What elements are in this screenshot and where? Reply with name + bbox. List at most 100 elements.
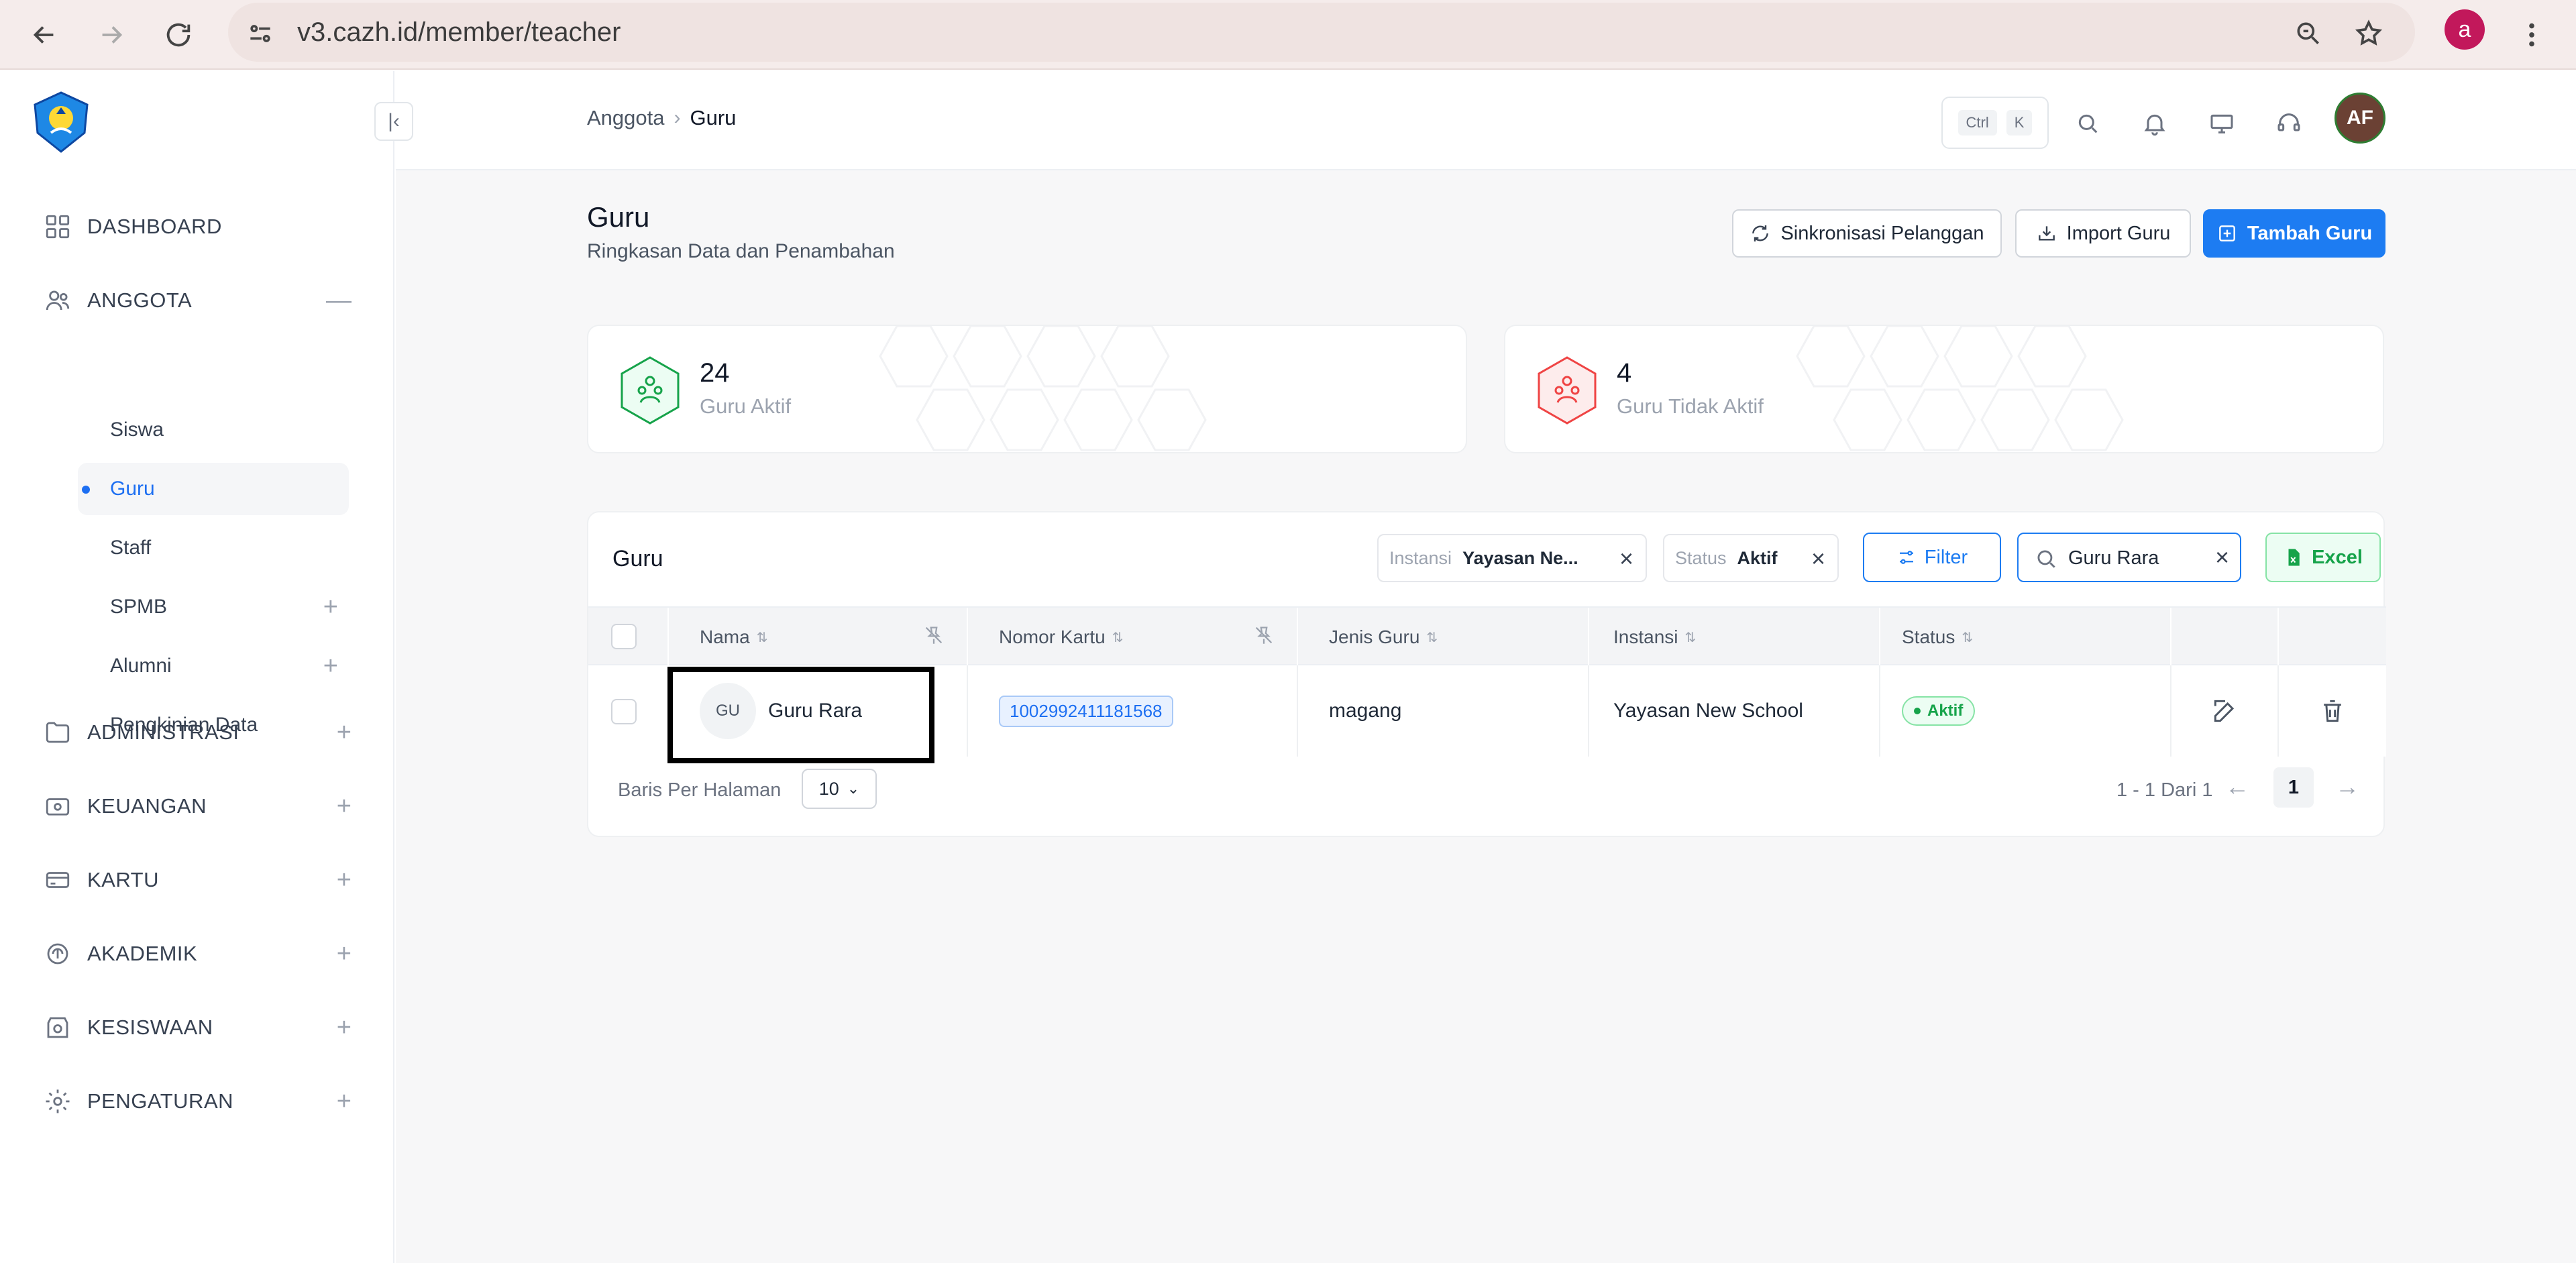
edit-icon[interactable] [2210,696,2240,726]
sort-icon[interactable]: ⇅ [1962,629,1973,646]
sort-icon[interactable]: ⇅ [757,629,768,646]
sidebar-subitem-staff[interactable]: Staff [78,522,349,574]
chip-value: Yayasan Ne... [1462,547,1578,568]
rows-per-page-select[interactable]: 10 ⌄ [802,769,877,809]
page-subtitle: Ringkasan Data dan Penambahan [587,240,895,262]
add-teacher-button[interactable]: Tambah Guru [2203,209,2385,258]
sidebar-subitem-alumni[interactable]: Alumni + [78,640,349,692]
next-page-icon[interactable]: → [2335,773,2359,801]
sidebar-item-label: ANGGOTA [87,288,193,312]
tut-wuri-logo-icon[interactable] [31,91,91,153]
chevron-down-icon: ⌄ [847,780,860,797]
browser-profile-avatar[interactable]: a [2445,9,2485,50]
bell-icon[interactable] [2136,105,2174,142]
folder-icon [43,718,72,747]
inactive-teacher-icon [1538,356,1597,425]
column-header-nomor-kartu[interactable]: Nomor Kartu ⇅ [999,608,1123,667]
browser-menu-icon[interactable] [2506,9,2557,60]
sidebar-item-administrasi[interactable]: ADMINISTRASI + [43,712,352,753]
unpin-icon[interactable] [922,624,945,647]
expand-toggle-icon[interactable]: + [323,652,338,681]
sidebar-item-kartu[interactable]: KARTU + [43,860,352,900]
stat-card-inactive: 4 Guru Tidak Aktif [1504,325,2384,453]
expand-toggle-icon[interactable]: + [337,867,352,893]
expand-toggle-icon[interactable]: + [337,793,352,820]
site-settings-icon[interactable] [241,15,279,52]
sidebar-item-keuangan[interactable]: KEUANGAN + [43,786,352,826]
filter-button[interactable]: Filter [1863,533,2001,582]
sync-icon [1752,225,1769,241]
breadcrumb-anggota[interactable]: Anggota [587,106,665,130]
import-teacher-label: Import Guru [2066,222,2171,244]
highlight-annotation-box [667,667,934,763]
browser-toolbar: v3.cazh.id/member/teacher a [0,0,2576,70]
reload-icon[interactable] [153,9,204,60]
sync-customers-button[interactable]: Sinkronisasi Pelanggan [1732,209,2002,258]
search-field[interactable]: × [2017,533,2241,582]
expand-toggle-icon[interactable]: + [337,1088,352,1115]
expand-toggle-icon[interactable]: + [337,1014,352,1041]
close-icon[interactable]: × [1811,545,1825,573]
column-header-status[interactable]: Status ⇅ [1902,608,1973,667]
back-icon[interactable] [19,9,70,60]
zoom-icon[interactable] [2290,15,2327,52]
stat-value: 24 [700,358,730,388]
stat-label: Guru Tidak Aktif [1617,394,1764,418]
column-header-jenis-guru[interactable]: Jenis Guru ⇅ [1329,608,1438,667]
column-header-nama[interactable]: Nama ⇅ [700,608,767,667]
clear-search-icon[interactable]: × [2215,543,2229,571]
sidebar-item-anggota[interactable]: ANGGOTA — [43,280,352,321]
sidebar-subitem-guru[interactable]: Guru [78,463,349,515]
row-checkbox[interactable] [611,699,637,724]
select-all-checkbox[interactable] [611,624,637,649]
pagination-info: 1 - 1 Dari 1 [2116,779,2213,801]
table-row[interactable]: GU Guru Rara 1002992411181568 magang Yay… [588,665,2386,763]
collapse-toggle-icon[interactable]: — [326,287,352,314]
trash-icon[interactable] [2318,696,2347,726]
filter-chip-instansi[interactable]: Instansi Yayasan Ne... × [1377,534,1647,582]
sidebar-subitem-siswa[interactable]: Siswa [78,404,349,456]
plus-square-icon [2218,225,2235,241]
sidebar-item-pengaturan[interactable]: PENGATURAN + [43,1081,352,1121]
column-header-instansi[interactable]: Instansi ⇅ [1613,608,1696,667]
sort-icon[interactable]: ⇅ [1426,629,1438,646]
command-palette-shortcut[interactable]: Ctrl K [1941,97,2049,149]
chip-key: Status [1675,547,1727,568]
unpin-icon[interactable] [1252,624,1275,647]
forward-icon[interactable] [86,9,137,60]
user-avatar[interactable]: AF [2334,93,2385,144]
status-dot [1914,708,1921,714]
sidebar-item-label: KEUANGAN [87,794,207,818]
search-icon[interactable] [2069,105,2106,142]
sidebar-item-kesiswaan[interactable]: KESISWAAN + [43,1007,352,1048]
sort-icon[interactable]: ⇅ [1112,629,1124,646]
sidebar-item-dashboard[interactable]: DASHBOARD [43,207,352,247]
expand-toggle-icon[interactable]: + [337,719,352,746]
bookmark-star-icon[interactable] [2350,15,2387,52]
stat-value: 4 [1617,358,1632,388]
export-excel-button[interactable]: Excel [2265,533,2381,582]
collapse-sidebar-button[interactable]: |‹ [374,102,413,141]
sort-icon[interactable]: ⇅ [1685,629,1697,646]
sync-customers-label: Sinkronisasi Pelanggan [1780,222,1984,244]
grid-icon [43,212,72,241]
headset-icon[interactable] [2270,105,2308,142]
monitor-icon[interactable] [2203,105,2241,142]
search-input[interactable] [2068,545,2202,571]
teacher-table-card: Guru Instansi Yayasan Ne... × Status Akt… [587,511,2386,837]
breadcrumb-separator-icon: › [674,107,681,129]
expand-toggle-icon[interactable]: + [337,940,352,967]
active-teacher-icon [621,356,680,425]
prev-page-icon[interactable]: ← [2225,773,2249,801]
table-title: Guru [612,546,663,571]
main-content: Anggota › Guru Ctrl K AF Guru Ringkasan … [396,71,2576,1263]
expand-toggle-icon[interactable]: + [323,593,338,622]
gear-icon [43,1087,72,1116]
sidebar-item-akademik[interactable]: AKADEMIK + [43,934,352,974]
address-bar[interactable]: v3.cazh.id/member/teacher [228,3,2415,62]
close-icon[interactable]: × [1619,545,1633,573]
import-teacher-button[interactable]: Import Guru [2015,209,2191,258]
filter-chip-status[interactable]: Status Aktif × [1663,534,1839,582]
page-number-button[interactable]: 1 [2273,767,2314,808]
sidebar-subitem-spmb[interactable]: SPMB + [78,581,349,633]
